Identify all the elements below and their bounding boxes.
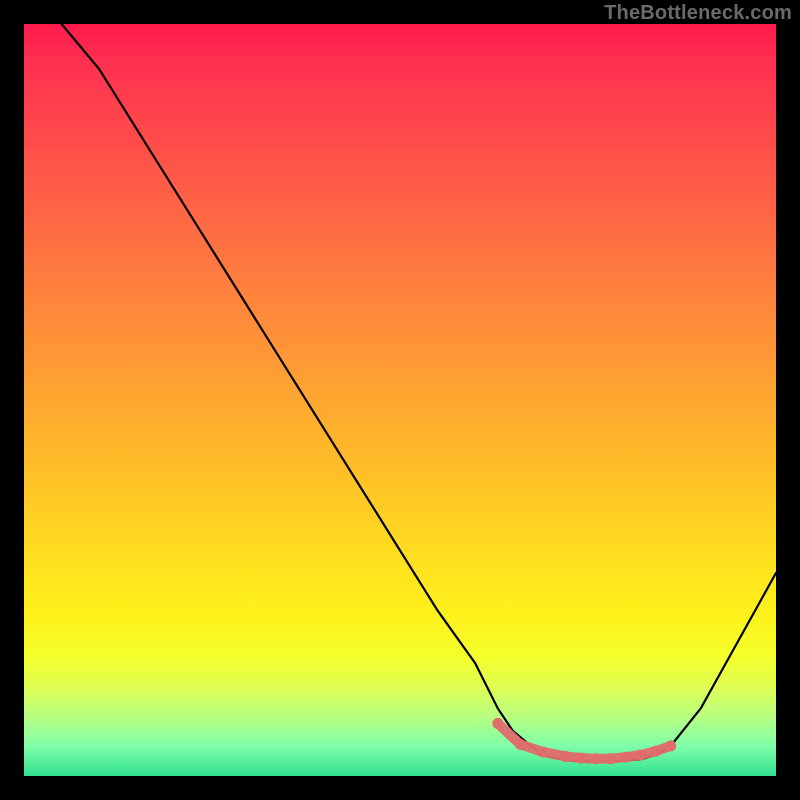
estimate-marker-dot bbox=[605, 753, 616, 764]
bottleneck-curve bbox=[62, 24, 776, 761]
estimate-marker-dot bbox=[590, 753, 601, 764]
estimate-marker-dot bbox=[560, 751, 571, 762]
estimate-marker-dot bbox=[515, 739, 526, 750]
estimate-marker-dot bbox=[537, 746, 548, 757]
estimate-markers bbox=[492, 718, 676, 764]
estimate-marker-dot bbox=[492, 718, 503, 729]
estimate-marker-dot bbox=[635, 749, 646, 760]
estimate-marker-dot bbox=[650, 746, 661, 757]
estimate-marker-dot bbox=[665, 740, 676, 751]
curve-svg bbox=[24, 24, 776, 776]
estimate-marker-dot bbox=[575, 752, 586, 763]
plot-area bbox=[24, 24, 776, 776]
estimate-marker-dot bbox=[620, 752, 631, 763]
chart-container: TheBottleneck.com bbox=[0, 0, 800, 800]
attribution-text: TheBottleneck.com bbox=[604, 2, 792, 25]
